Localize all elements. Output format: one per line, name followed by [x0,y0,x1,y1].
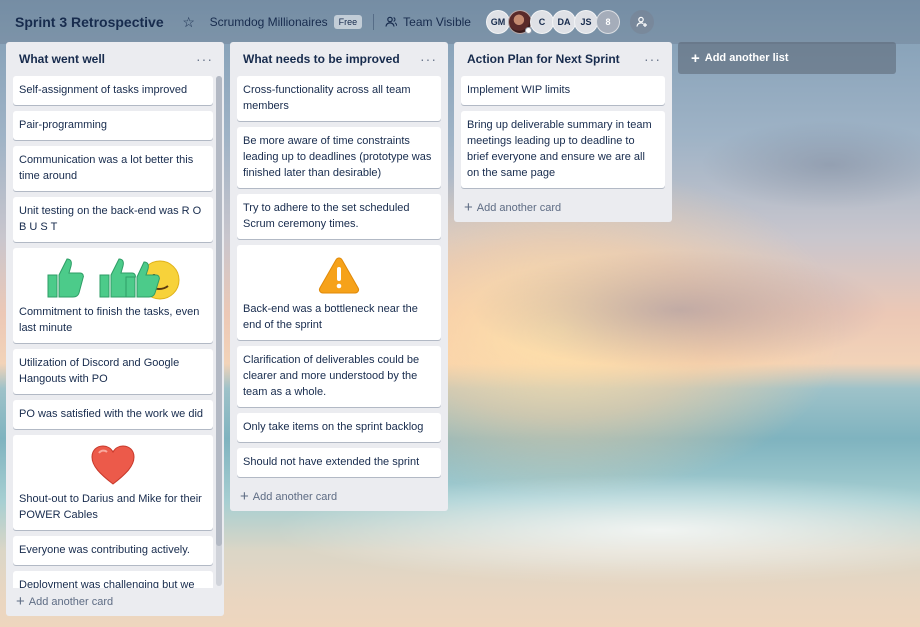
thumbs-up-icon [47,258,180,300]
plus-icon: + [691,49,700,67]
avatar[interactable]: JS [573,10,598,34]
card-text: Shout-out to Darius and Mike for their P… [19,493,202,521]
card-list: Cross-functionality across all team memb… [237,76,441,483]
avatar[interactable]: DA [551,10,576,34]
list-scrollbar[interactable] [216,76,222,586]
card-text: Should not have extended the sprint [243,456,420,468]
card[interactable]: Should not have extended the sprint [237,448,441,477]
card-cover [243,251,435,299]
plus-icon: + [240,488,249,505]
card-text: Deployment was challenging but we got it… [19,579,195,588]
card[interactable]: Be more aware of time constraints leadin… [237,127,441,188]
card-text: Bring up deliverable summary in team mee… [467,119,652,179]
background-cloud [700,120,920,210]
card[interactable]: Only take items on the sprint backlog [237,413,441,442]
card[interactable]: Unit testing on the back-end was R O B U… [13,197,213,242]
visibility-label: Team Visible [403,15,471,29]
card[interactable]: Utilization of Discord and Google Hangou… [13,349,213,394]
card[interactable]: Back-end was a bottleneck near the end o… [237,245,441,340]
list-header[interactable]: What went well ··· [13,42,217,76]
warning-icon [318,257,360,294]
card-cover [19,441,207,489]
add-member-icon [636,16,647,27]
team-button[interactable]: Scrumdog Millionaires Free [203,8,370,36]
list-title[interactable]: Action Plan for Next Sprint [467,52,620,66]
card-text: Unit testing on the back-end was R O B U… [19,205,202,233]
card-text: Implement WIP limits [467,84,571,96]
star-outline-icon: ☆ [182,13,195,30]
add-card-button[interactable]: + Add another card [237,483,441,511]
avatar-photo[interactable] [507,10,532,34]
scrollbar-thumb[interactable] [216,76,222,546]
header-divider [373,14,375,30]
team-icon [385,16,398,27]
card[interactable]: Bring up deliverable summary in team mee… [461,111,665,188]
card-text: Be more aware of time constraints leadin… [243,135,432,179]
invite-button[interactable] [629,10,654,34]
add-card-button[interactable]: + Add another card [461,194,665,222]
ellipsis-icon[interactable]: ··· [420,52,437,66]
avatar[interactable]: C [529,10,554,34]
list-what-needs-to-be-improved: What needs to be improved ··· Cross-func… [230,42,448,511]
plus-icon: + [464,199,473,216]
board-header: Sprint 3 Retrospective ☆ Scrumdog Millio… [0,0,920,44]
card-text: Back-end was a bottleneck near the end o… [243,303,418,331]
list-title[interactable]: What needs to be improved [243,52,400,66]
card[interactable]: PO was satisfied with the work we did [13,400,213,429]
card[interactable]: Self-assignment of tasks improved [13,76,213,105]
card[interactable]: Deployment was challenging but we got it… [13,571,213,588]
more-members-count[interactable]: 8 [595,10,620,34]
card[interactable]: Pair-programming [13,111,213,140]
plan-badge: Free [333,15,363,29]
add-card-button[interactable]: + Add another card [13,588,217,616]
list-header[interactable]: Action Plan for Next Sprint ··· [461,42,665,76]
list-action-plan: Action Plan for Next Sprint ··· Implemen… [454,42,672,222]
card-list: Implement WIP limits Bring up deliverabl… [461,76,665,194]
card-text: Self-assignment of tasks improved [19,84,188,96]
card-text: Cross-functionality across all team memb… [243,84,411,112]
board-title[interactable]: Sprint 3 Retrospective [8,10,171,34]
card[interactable]: Commitment to finish the tasks, even las… [13,248,213,343]
card-text: Utilization of Discord and Google Hangou… [19,357,180,385]
card-text: Only take items on the sprint backlog [243,421,424,433]
plus-icon: + [16,593,25,610]
add-card-label: Add another card [476,202,562,214]
card-text: Clarification of deliverables could be c… [243,354,420,398]
background-cloud [470,250,890,370]
visibility-button[interactable]: Team Visible [378,8,478,36]
card-list: Self-assignment of tasks improved Pair-p… [13,76,217,588]
card-text: PO was satisfied with the work we did [19,408,204,420]
add-card-label: Add another card [28,596,114,608]
list-header[interactable]: What needs to be improved ··· [237,42,441,76]
list-what-went-well: What went well ··· Self-assignment of ta… [6,42,224,616]
card-text: Communication was a lot better this time… [19,154,194,182]
card[interactable]: Clarification of deliverables could be c… [237,346,441,407]
add-list-label: Add another list [704,52,789,64]
card-text: Pair-programming [19,119,108,131]
card-text: Try to adhere to the set scheduled Scrum… [243,202,410,230]
member-avatars: GM C DA JS 8 [485,10,620,34]
heart-icon [91,445,135,485]
card[interactable]: Implement WIP limits [461,76,665,105]
card[interactable]: Everyone was contributing actively. [13,536,213,565]
card[interactable]: Try to adhere to the set scheduled Scrum… [237,194,441,239]
ellipsis-icon[interactable]: ··· [644,52,661,66]
card[interactable]: Communication was a lot better this time… [13,146,213,191]
card-text: Commitment to finish the tasks, even las… [19,306,200,334]
card[interactable]: Cross-functionality across all team memb… [237,76,441,121]
card-text: Everyone was contributing actively. [19,544,190,556]
add-card-label: Add another card [252,491,338,503]
star-board-button[interactable]: ☆ [175,8,203,36]
ellipsis-icon[interactable]: ··· [196,52,213,66]
add-list-button[interactable]: + Add another list [678,42,896,74]
list-title[interactable]: What went well [19,52,105,66]
team-name: Scrumdog Millionaires [209,15,328,29]
avatar[interactable]: GM [485,10,510,34]
card-cover [19,254,207,302]
card[interactable]: Shout-out to Darius and Mike for their P… [13,435,213,530]
